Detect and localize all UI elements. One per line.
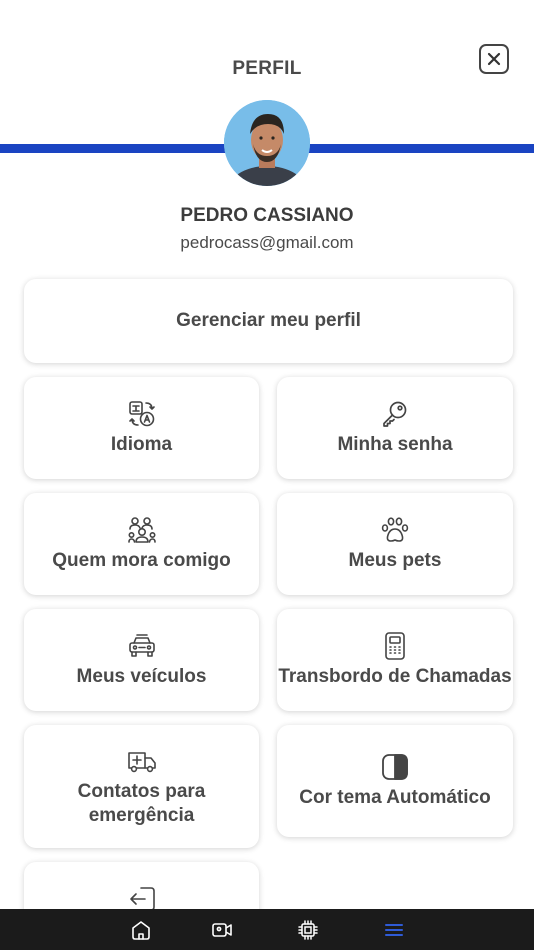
nav-menu-button[interactable] [382,918,406,942]
language-button[interactable]: Idioma [24,377,259,479]
nav-video-button[interactable] [210,918,234,942]
chip-icon [298,920,318,940]
video-icon [212,923,232,937]
paw-icon [380,515,410,545]
theme-color-label: Cor tema Automático [299,787,491,808]
home-icon [132,921,150,940]
emergency-contacts-label: Contatos para emergência [77,780,206,826]
bottom-navigation [0,909,534,950]
avatar [224,100,310,186]
user-email: pedrocass@gmail.com [180,233,354,252]
key-icon [380,399,410,429]
password-button[interactable]: Minha senha [277,377,513,479]
manage-profile-button[interactable]: Gerenciar meu perfil [24,279,513,363]
car-icon [127,631,157,661]
nav-chip-button[interactable] [296,918,320,942]
household-button[interactable]: Quem mora comigo [24,493,259,595]
contrast-icon [380,752,410,782]
vehicles-button[interactable]: Meus veículos [24,609,259,711]
household-label: Quem mora comigo [52,550,231,571]
vehicles-label: Meus veículos [76,666,207,687]
people-icon [127,515,157,545]
language-label: Idioma [110,434,173,455]
pets-button[interactable]: Meus pets [277,493,513,595]
ambulance-icon [127,746,157,776]
close-button[interactable] [479,44,509,74]
call-overflow-label: Transbordo de Chamadas [278,666,512,687]
call-overflow-button[interactable]: Transbordo de Chamadas [277,609,513,711]
user-name: PEDRO CASSIANO [180,205,354,226]
intercom-icon [380,631,410,661]
manage-profile-label: Gerenciar meu perfil [176,310,361,331]
theme-color-button[interactable]: Cor tema Automático [277,725,513,837]
close-icon [487,52,501,66]
nav-home-button[interactable] [129,918,153,942]
translate-icon [127,399,157,429]
page-title: PERFIL [232,58,302,79]
menu-icon [385,924,403,936]
pets-label: Meus pets [348,550,442,571]
password-label: Minha senha [337,434,453,455]
emergency-contacts-button[interactable]: Contatos para emergência [24,725,259,848]
